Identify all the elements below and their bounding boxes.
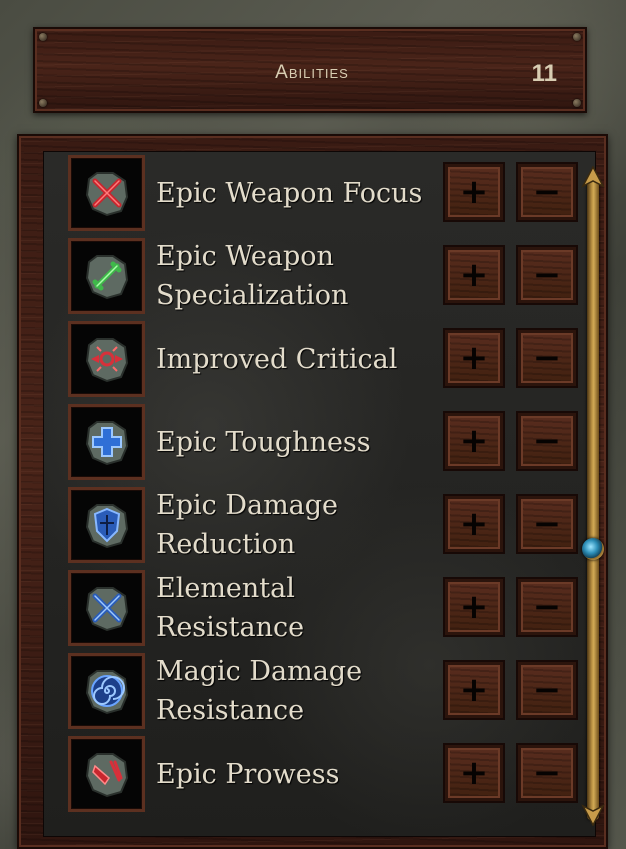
- increase-button[interactable]: +: [443, 660, 505, 720]
- cross-blue-icon: [85, 421, 129, 466]
- prowess-red-icon: [85, 753, 129, 798]
- increase-button[interactable]: +: [443, 245, 505, 305]
- ability-label: Epic Weapon Focus: [156, 177, 423, 209]
- increase-button[interactable]: +: [443, 411, 505, 471]
- sword-green-icon: [85, 255, 129, 300]
- decrease-button[interactable]: −: [516, 577, 578, 637]
- ability-points-count: 11: [531, 60, 557, 87]
- ability-row-elemental-resistance: Elemental Resistance + −: [68, 570, 588, 653]
- ability-label: Epic Damage Reduction: [156, 490, 339, 560]
- nail-icon: [39, 99, 47, 107]
- ability-label: Magic Damage Resistance: [156, 656, 363, 726]
- increase-button[interactable]: +: [443, 577, 505, 637]
- ability-label: Epic Toughness: [156, 426, 371, 458]
- ability-row-improved-critical: Improved Critical + −: [68, 321, 588, 404]
- critical-burst-red-icon: [85, 338, 129, 383]
- spiral-blue-icon: [85, 670, 129, 715]
- abilities-panel: Epic Weapon Focus + − Epic Weapon Specia…: [17, 134, 608, 849]
- ability-icon-frame[interactable]: [68, 238, 145, 314]
- decrease-button[interactable]: −: [516, 743, 578, 803]
- scrollbar-thumb[interactable]: [582, 538, 604, 560]
- ability-row-magic-damage-resistance: Magic Damage Resistance + −: [68, 653, 588, 736]
- nail-icon: [573, 33, 581, 41]
- abilities-header: Abilities 11: [33, 27, 587, 113]
- crossed-swords-red-icon: [85, 172, 129, 217]
- shield-blue-icon: [85, 504, 129, 549]
- ability-row-epic-damage-reduction: Epic Damage Reduction + −: [68, 487, 588, 570]
- ability-row-epic-weapon-focus: Epic Weapon Focus + −: [68, 155, 588, 238]
- header-title: Abilities: [275, 62, 349, 83]
- ability-row-epic-weapon-specialization: Epic Weapon Specialization + −: [68, 238, 588, 321]
- ability-icon-frame[interactable]: [68, 653, 145, 729]
- increase-button[interactable]: +: [443, 162, 505, 222]
- ability-label: Epic Weapon Specialization: [156, 241, 349, 311]
- ability-row-epic-toughness: Epic Toughness + −: [68, 404, 588, 487]
- ability-icon-frame[interactable]: [68, 404, 145, 480]
- decrease-button[interactable]: −: [516, 494, 578, 554]
- increase-button[interactable]: +: [443, 743, 505, 803]
- scroll-up-arrow-icon[interactable]: [581, 166, 605, 188]
- increase-button[interactable]: +: [443, 328, 505, 388]
- ability-icon-frame[interactable]: [68, 487, 145, 563]
- ability-icon-frame[interactable]: [68, 570, 145, 646]
- decrease-button[interactable]: −: [516, 328, 578, 388]
- ability-icon-frame[interactable]: [68, 736, 145, 812]
- abilities-list: Epic Weapon Focus + − Epic Weapon Specia…: [43, 151, 605, 837]
- decrease-button[interactable]: −: [516, 660, 578, 720]
- scroll-down-arrow-icon[interactable]: [581, 804, 605, 826]
- scrollbar-track[interactable]: [587, 180, 599, 820]
- decrease-button[interactable]: −: [516, 245, 578, 305]
- nail-icon: [39, 33, 47, 41]
- ability-label: Epic Prowess: [156, 758, 340, 790]
- decrease-button[interactable]: −: [516, 162, 578, 222]
- ability-label: Improved Critical: [156, 343, 398, 375]
- decrease-button[interactable]: −: [516, 411, 578, 471]
- ability-label: Elemental Resistance: [156, 573, 305, 643]
- ability-icon-frame[interactable]: [68, 321, 145, 397]
- ability-icon-frame[interactable]: [68, 155, 145, 231]
- nail-icon: [573, 99, 581, 107]
- ability-row-epic-prowess: Epic Prowess + −: [68, 736, 588, 819]
- crossed-blades-blue-icon: [85, 587, 129, 632]
- increase-button[interactable]: +: [443, 494, 505, 554]
